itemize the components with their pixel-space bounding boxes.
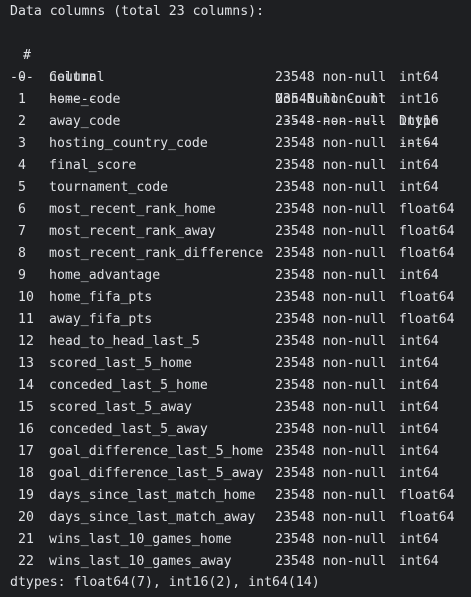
row-dtype: int64 [399,466,439,481]
row-dtype: float64 [399,290,455,305]
row-column-name: home_code [49,92,121,107]
row-index: 17 [18,444,34,459]
row-dtype: int64 [399,334,439,349]
row-column-name: most_recent_rank_difference [49,246,264,261]
row-dtype: float64 [399,312,455,327]
row-non-null-count: 23548 non-null [275,422,387,437]
row-non-null-count: 23548 non-null [275,202,387,217]
dtypes-summary: dtypes: float64(7), int16(2), int64(14) [10,575,320,590]
row-column-name: hosting_country_code [49,136,208,151]
row-dtype: int64 [399,356,439,371]
column-header-row: # Column Non-Null Count Dtype [0,23,439,129]
row-non-null-count: 23548 non-null [275,224,387,239]
row-dtype: int64 [399,180,439,195]
row-dtype: int64 [399,136,439,151]
row-dtype: int64 [399,268,439,283]
row-index: 15 [18,400,34,415]
row-non-null-count: 23548 non-null [275,356,387,371]
row-dtype: int16 [399,92,439,107]
row-index: 6 [18,202,26,217]
row-column-name: most_recent_rank_home [49,202,216,217]
row-index: 9 [18,268,26,283]
row-non-null-count: 23548 non-null [275,312,387,327]
row-index: 14 [18,378,34,393]
row-dtype: int64 [399,158,439,173]
console-output-panel: Data columns (total 23 columns): # Colum… [0,0,471,597]
row-non-null-count: 23548 non-null [275,114,387,129]
row-dtype: int64 [399,70,439,85]
row-column-name: scored_last_5_home [49,356,192,371]
row-dtype: int64 [399,532,439,547]
row-index: 21 [18,532,34,547]
row-index: 10 [18,290,34,305]
row-column-name: goal_difference_last_5_away [49,466,264,481]
row-column-name: days_since_last_match_away [49,510,256,525]
row-index: 20 [18,510,34,525]
row-non-null-count: 23548 non-null [275,158,387,173]
row-index: 12 [18,334,34,349]
row-index: 2 [18,114,26,129]
row-dtype: int16 [399,114,439,129]
row-column-name: away_fifa_pts [49,312,153,327]
row-dtype: int64 [399,554,439,569]
row-column-name: head_to_head_last_5 [49,334,200,349]
row-index: 1 [18,92,26,107]
row-non-null-count: 23548 non-null [275,510,387,525]
summary-header: Data columns (total 23 columns): [10,4,265,19]
row-column-name: conceded_last_5_home [49,378,208,393]
row-non-null-count: 23548 non-null [275,532,387,547]
row-non-null-count: 23548 non-null [275,466,387,481]
row-index: 7 [18,224,26,239]
row-dtype: float64 [399,488,455,503]
row-column-name: neutral [49,70,105,85]
row-index: 16 [18,422,34,437]
row-dtype: float64 [399,510,455,525]
row-column-name: away_code [49,114,121,129]
row-dtype: int64 [399,444,439,459]
row-column-name: tournament_code [49,180,169,195]
row-index: 8 [18,246,26,261]
separator-row: --- ------ -------------- ----- [0,45,439,151]
row-index: 18 [18,466,34,481]
row-non-null-count: 23548 non-null [275,70,387,85]
row-column-name: home_fifa_pts [49,290,153,305]
row-dtype: int64 [399,378,439,393]
row-non-null-count: 23548 non-null [275,246,387,261]
row-index: 19 [18,488,34,503]
row-column-name: most_recent_rank_away [49,224,216,239]
row-column-name: home_advantage [49,268,161,283]
row-column-name: wins_last_10_games_home [49,532,232,547]
row-dtype: int64 [399,400,439,415]
row-index: 22 [18,554,34,569]
row-column-name: days_since_last_match_home [49,488,256,503]
row-dtype: float64 [399,224,455,239]
row-non-null-count: 23548 non-null [275,400,387,415]
row-dtype: int64 [399,422,439,437]
row-index: 0 [18,70,26,85]
row-column-name: final_score [49,158,137,173]
row-index: 3 [18,136,26,151]
row-column-name: conceded_last_5_away [49,422,208,437]
row-column-name: wins_last_10_games_away [49,554,232,569]
row-non-null-count: 23548 non-null [275,378,387,393]
row-non-null-count: 23548 non-null [275,488,387,503]
row-non-null-count: 23548 non-null [275,290,387,305]
row-non-null-count: 23548 non-null [275,554,387,569]
row-dtype: float64 [399,202,455,217]
row-dtype: float64 [399,246,455,261]
row-index: 5 [18,180,26,195]
row-non-null-count: 23548 non-null [275,334,387,349]
row-index: 11 [18,312,34,327]
row-non-null-count: 23548 non-null [275,444,387,459]
row-non-null-count: 23548 non-null [275,92,387,107]
row-column-name: goal_difference_last_5_home [49,444,264,459]
row-index: 13 [18,356,34,371]
row-non-null-count: 23548 non-null [275,180,387,195]
row-non-null-count: 23548 non-null [275,268,387,283]
row-column-name: scored_last_5_away [49,400,192,415]
row-non-null-count: 23548 non-null [275,136,387,151]
row-index: 4 [18,158,26,173]
